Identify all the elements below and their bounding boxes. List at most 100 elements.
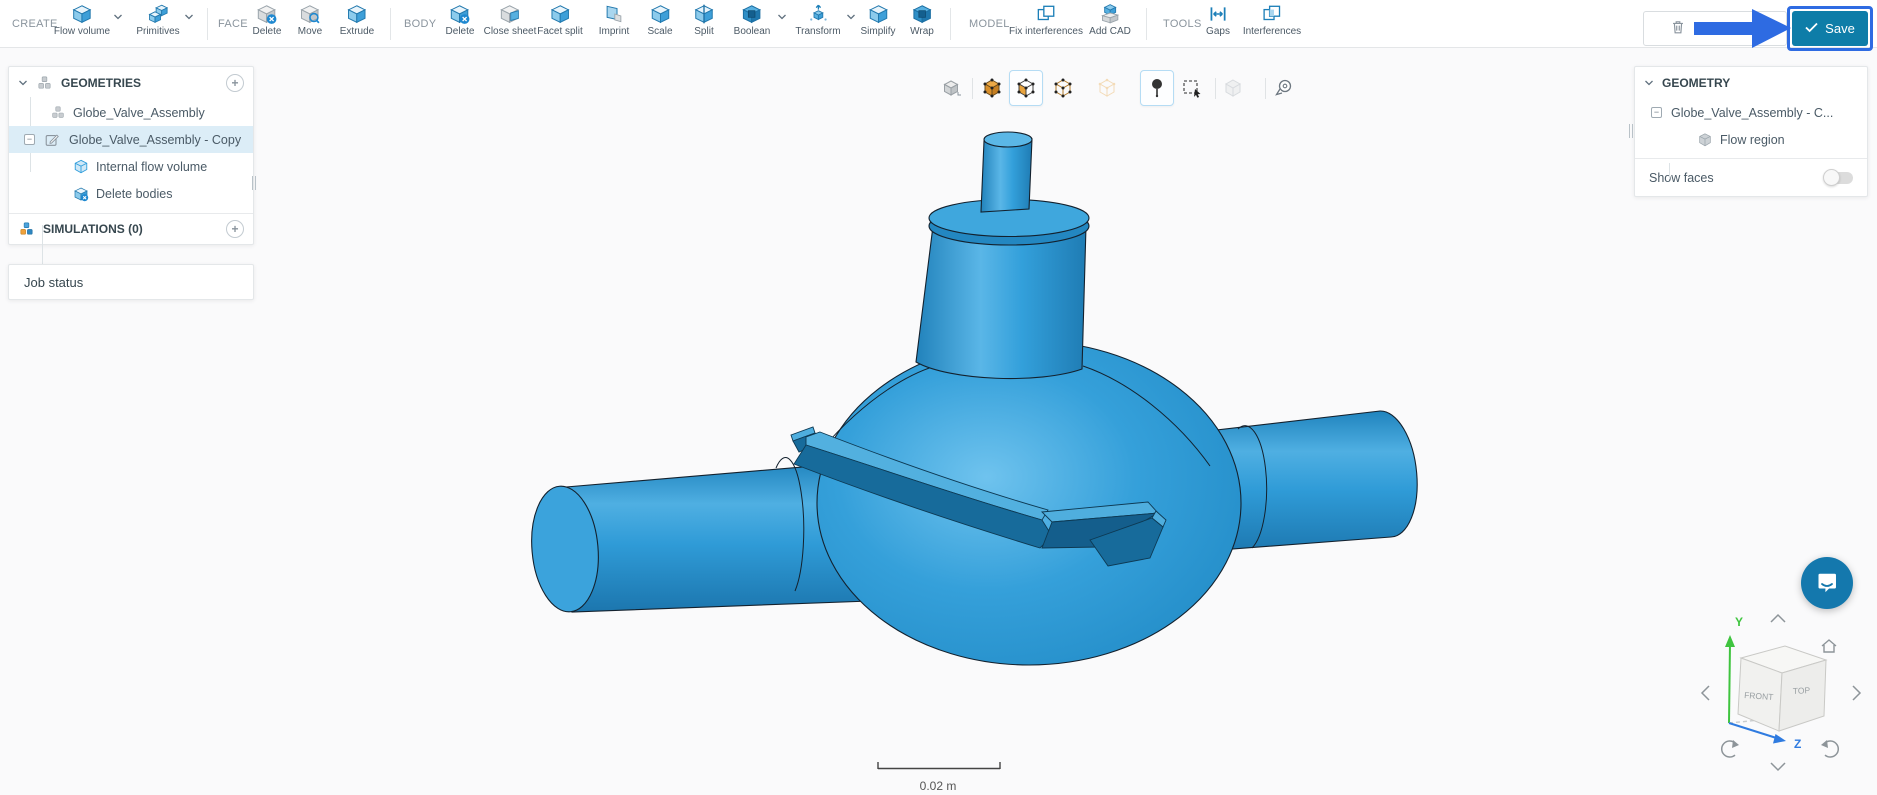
split-button[interactable]: Split [693, 3, 715, 37]
globe-valve-model[interactable] [527, 132, 1418, 665]
body-delete-button[interactable]: Delete [446, 3, 475, 37]
geometry-icon [50, 105, 66, 121]
wrap-button[interactable]: Wrap [910, 3, 934, 37]
select-vertices-icon [1096, 77, 1118, 99]
box-select-icon [1181, 77, 1203, 99]
tree-item-globe-valve-assembly[interactable]: Globe_Valve_Assembly [9, 99, 253, 126]
tree-item-geometry-root[interactable]: − Globe_Valve_Assembly - C... [1635, 99, 1867, 126]
render-mode-cube-icon [941, 77, 963, 99]
face-delete-button[interactable]: Delete [253, 3, 282, 37]
scale-icon [647, 3, 672, 25]
section-label-tools: TOOLS [1163, 18, 1202, 30]
left-panel-resize-handle[interactable] [252, 176, 257, 190]
select-vertices-button[interactable] [1090, 70, 1124, 106]
split-icon [693, 3, 715, 25]
tree-item-delete-bodies[interactable]: Delete bodies [9, 180, 253, 207]
chevron-down-icon [18, 79, 28, 87]
measure-button[interactable] [1267, 70, 1301, 106]
section-label-model: MODEL [969, 18, 1010, 30]
save-button[interactable]: Save [1792, 11, 1868, 46]
isolate-button[interactable] [1216, 70, 1250, 106]
home-view-button[interactable] [1822, 640, 1836, 652]
select-edges-button[interactable] [1046, 70, 1080, 106]
add-cad-button[interactable]: Add CAD [1089, 3, 1131, 37]
face-extrude-button[interactable]: Extrude [340, 3, 374, 37]
chat-bubble-icon [1815, 571, 1839, 595]
axis-z-label: Z [1794, 737, 1801, 751]
interferences-icon [1243, 3, 1301, 25]
flow-volume-dropdown-icon[interactable] [113, 13, 123, 21]
face-move-icon [298, 3, 322, 25]
render-mode-button[interactable] [935, 70, 969, 106]
scale-button[interactable]: Scale [647, 3, 672, 37]
collapse-icon[interactable]: − [1651, 107, 1662, 118]
select-faces-button[interactable] [1009, 70, 1043, 106]
main-toolbar: CREATE FACE BODY MODEL TOOLS Flow volume… [0, 0, 1877, 48]
facet-split-icon [537, 3, 583, 25]
close-sheet-button[interactable]: Close sheet [484, 3, 537, 37]
rotate-left-button[interactable] [1702, 686, 1709, 700]
scale-bar-line [868, 761, 1008, 771]
select-faces-icon [1015, 77, 1037, 99]
add-geometry-button[interactable]: + [226, 74, 244, 92]
right-panel-resize-handle[interactable] [1629, 124, 1634, 138]
tree-item-globe-valve-assembly-copy[interactable]: − Globe_Valve_Assembly - Copy [9, 126, 253, 153]
job-status-panel[interactable]: Job status [8, 264, 254, 300]
primitives-dropdown-icon[interactable] [184, 13, 194, 21]
imprint-button[interactable]: Imprint [599, 3, 630, 37]
rotate-down-button[interactable] [1771, 763, 1785, 770]
roll-cw-button[interactable] [1821, 740, 1838, 757]
axis-y-label: Y [1735, 615, 1743, 629]
scale-bar-label: 0.02 m [868, 779, 1008, 793]
gaps-button[interactable]: Gaps [1206, 3, 1230, 37]
primitives-button[interactable]: Primitives [136, 3, 179, 37]
transform-icon [795, 3, 840, 25]
chevron-down-icon [1644, 79, 1654, 87]
flow-volume-button[interactable]: Flow volume [54, 3, 110, 37]
transform-button[interactable]: Transform [795, 3, 840, 37]
delete-bodies-icon [73, 186, 89, 202]
navigation-cube[interactable]: Y X Z FRONT TOP [1690, 595, 1877, 795]
transform-dropdown-icon[interactable] [846, 13, 856, 21]
roll-ccw-button[interactable] [1722, 740, 1739, 757]
job-status-label: Job status [9, 265, 253, 299]
chat-support-button[interactable] [1801, 557, 1853, 609]
boolean-button[interactable]: Boolean [734, 3, 771, 37]
rotate-right-button[interactable] [1853, 686, 1860, 700]
flow-region-icon [1697, 132, 1713, 148]
box-select-button[interactable] [1175, 70, 1209, 106]
fix-interferences-icon [1009, 3, 1083, 25]
geometry-header[interactable]: GEOMETRY [1635, 67, 1867, 99]
section-label-face: FACE [218, 18, 248, 30]
measure-tape-icon [1273, 77, 1295, 99]
view-cube[interactable]: FRONT TOP [1738, 646, 1826, 731]
simplify-button[interactable]: Simplify [860, 3, 895, 37]
interferences-button[interactable]: Interferences [1243, 3, 1301, 37]
geometries-icon [36, 75, 53, 92]
geometry-panel: GEOMETRY − Globe_Valve_Assembly - C... F… [1634, 66, 1868, 197]
fix-interferences-button[interactable]: Fix interferences [1009, 3, 1083, 37]
body-delete-icon [446, 3, 475, 25]
geometries-header[interactable]: GEOMETRIES + [9, 67, 253, 99]
rotate-up-button[interactable] [1771, 615, 1785, 622]
tree-item-internal-flow-volume[interactable]: Internal flow volume [9, 153, 253, 180]
select-edges-icon [1052, 77, 1074, 99]
simplify-icon [860, 3, 895, 25]
add-simulation-button[interactable]: + [226, 220, 244, 238]
select-volumes-button[interactable] [975, 70, 1009, 106]
probe-point-button[interactable] [1140, 70, 1174, 106]
wrap-icon [910, 3, 934, 25]
3d-viewport-model[interactable] [0, 48, 1877, 795]
trash-icon [1669, 18, 1687, 39]
face-move-button[interactable]: Move [298, 3, 322, 37]
simulations-header[interactable]: SIMULATIONS (0) + [9, 213, 253, 244]
flow-volume-op-icon [73, 159, 89, 175]
facet-split-button[interactable]: Facet split [537, 3, 583, 37]
imprint-icon [599, 3, 630, 25]
show-faces-toggle[interactable] [1825, 172, 1853, 184]
tree-item-flow-region[interactable]: Flow region [1635, 126, 1867, 153]
delete-draft-button[interactable]: Delete draft [1643, 11, 1787, 46]
collapse-icon[interactable]: − [24, 134, 35, 145]
boolean-dropdown-icon[interactable] [777, 13, 787, 21]
face-delete-icon [253, 3, 282, 25]
